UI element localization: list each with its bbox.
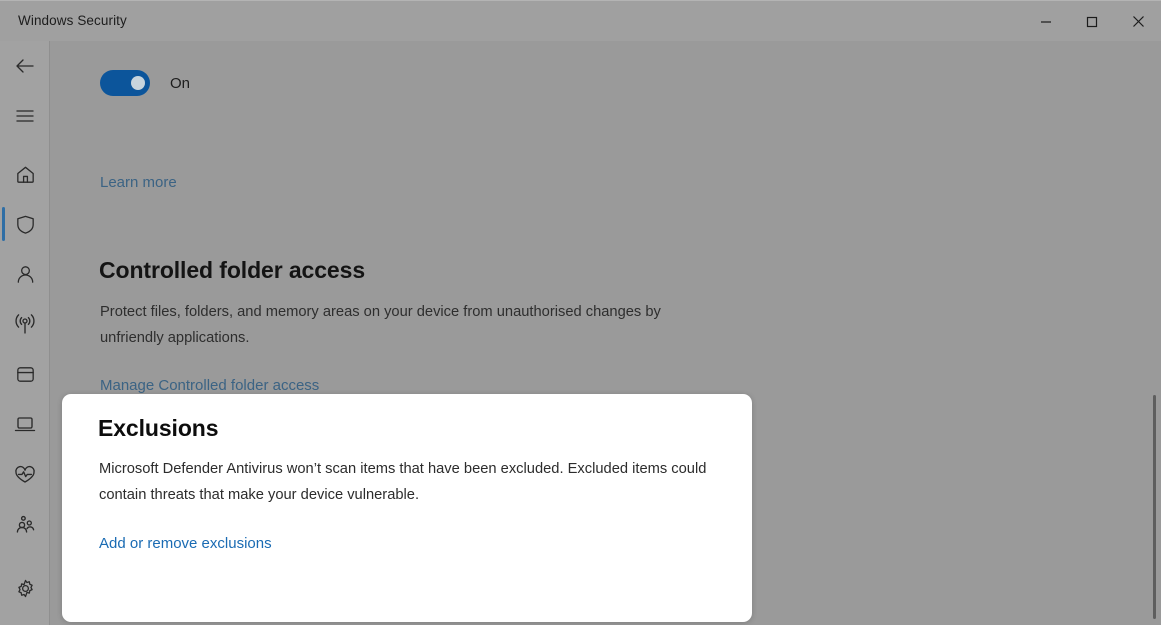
maximize-icon xyxy=(1086,16,1098,27)
home-icon xyxy=(16,166,34,183)
hamburger-menu-icon xyxy=(16,110,34,122)
scrollbar-thumb[interactable] xyxy=(1153,395,1156,619)
sidebar-item-virus-and-threat-protection[interactable] xyxy=(0,199,50,249)
exclusions-heading: Exclusions xyxy=(98,415,219,441)
laptop-icon xyxy=(14,417,36,432)
hamburger-menu-button[interactable] xyxy=(0,91,50,141)
controlled-folder-access-heading: Controlled folder access xyxy=(99,257,366,283)
exclusions-card: Exclusions Microsoft Defender Antivirus … xyxy=(62,394,752,622)
app-window-icon xyxy=(16,366,34,382)
learn-more-link[interactable]: Learn more xyxy=(100,174,177,191)
sidebar-item-app-and-browser-control[interactable] xyxy=(0,349,50,399)
toggle-knob xyxy=(131,76,145,90)
sidebar-item-home[interactable] xyxy=(0,149,50,199)
navigation-sidebar xyxy=(0,41,50,625)
sidebar-item-family-options[interactable] xyxy=(0,499,50,549)
heart-pulse-icon xyxy=(15,465,35,483)
sidebar-item-device-security[interactable] xyxy=(0,399,50,449)
title-bar: Windows Security xyxy=(0,0,1161,41)
gear-icon xyxy=(17,579,33,597)
sidebar-item-firewall-and-network-protection[interactable] xyxy=(0,299,50,349)
close-button[interactable] xyxy=(1115,1,1161,42)
person-icon xyxy=(17,265,33,283)
protection-toggle-row: On xyxy=(100,70,190,96)
add-or-remove-exclusions-link[interactable]: Add or remove exclusions xyxy=(99,535,272,552)
close-icon xyxy=(1132,16,1144,27)
toggle-state-label: On xyxy=(170,74,191,92)
windows-security-app: Windows Security On Learn more Controlle… xyxy=(0,0,1161,625)
minimize-icon xyxy=(1041,20,1051,23)
shield-icon xyxy=(16,215,34,234)
window-title: Windows Security xyxy=(18,13,127,28)
controlled-folder-access-description: Protect files, folders, and memory areas… xyxy=(100,304,661,346)
minimize-button[interactable] xyxy=(1023,1,1069,42)
back-button[interactable] xyxy=(0,41,50,91)
family-people-icon xyxy=(16,515,35,533)
wifi-signal-icon xyxy=(15,314,35,334)
sidebar-item-account-protection[interactable] xyxy=(0,249,50,299)
sidebar-item-device-performance-and-health[interactable] xyxy=(0,449,50,499)
vertical-scrollbar[interactable] xyxy=(1147,41,1161,625)
window-controls xyxy=(1023,1,1161,42)
manage-controlled-folder-access-link[interactable]: Manage Controlled folder access xyxy=(100,377,319,394)
protection-toggle[interactable] xyxy=(100,70,150,96)
exclusions-description: Microsoft Defender Antivirus won’t scan … xyxy=(99,461,707,503)
sidebar-item-settings[interactable] xyxy=(0,563,50,613)
back-arrow-icon xyxy=(16,59,34,73)
maximize-button[interactable] xyxy=(1069,1,1115,42)
